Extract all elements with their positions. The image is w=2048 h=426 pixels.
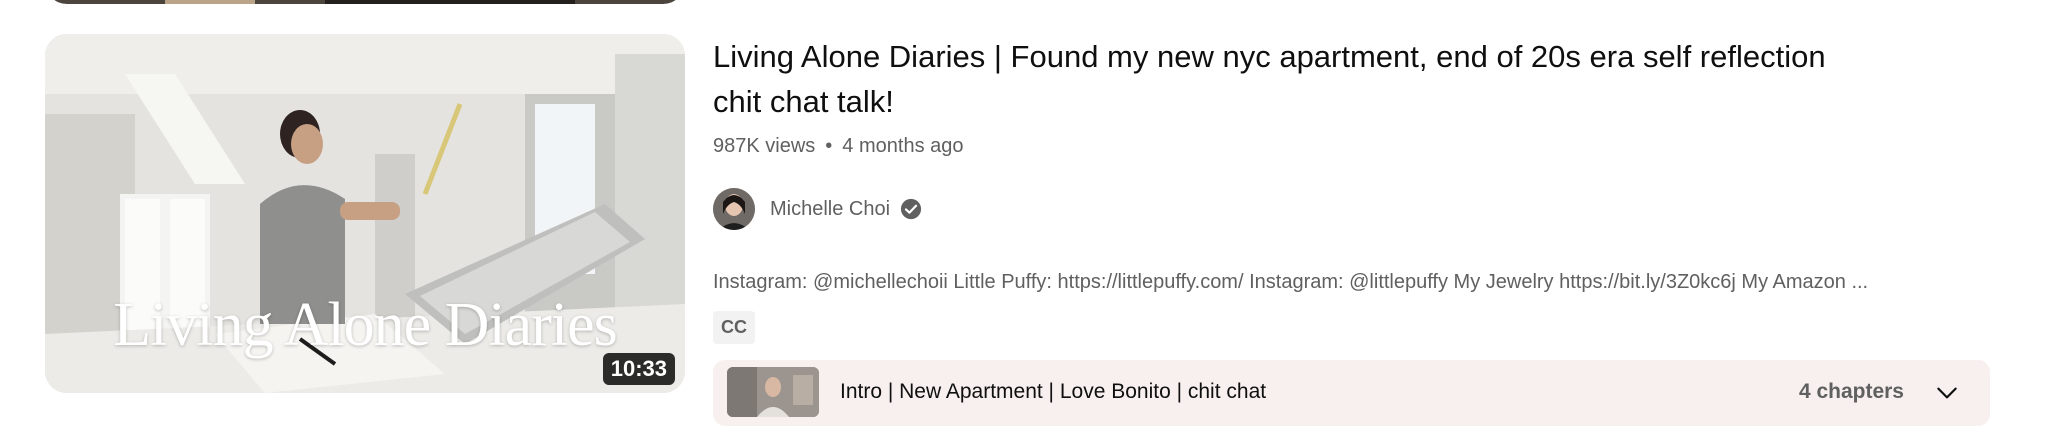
- meta-separator: •: [825, 134, 833, 157]
- video-title-line-1: Living Alone Diaries | Found my new nyc …: [713, 39, 1826, 74]
- channel-row: Michelle Choi: [713, 188, 2003, 230]
- chapter-thumbnail: [727, 367, 819, 417]
- chapters-count: 4 chapters: [1798, 380, 1904, 403]
- cc-badge: CC: [713, 311, 755, 344]
- view-count: 987K views: [713, 134, 816, 157]
- avatar-image: [713, 188, 755, 230]
- duration-badge: 10:33: [602, 353, 675, 385]
- chapter-thumbnail-image: [727, 367, 819, 417]
- thumbnail-fragment: [325, 0, 575, 4]
- chapters-label: Intro | New Apartment | Love Bonito | ch…: [840, 380, 1267, 403]
- verified-check-icon: [900, 198, 922, 220]
- channel-name[interactable]: Michelle Choi: [770, 198, 890, 221]
- video-thumbnail[interactable]: Living Alone Diaries 10:33: [45, 34, 685, 393]
- video-metadata: 987K views • 4 months ago: [713, 133, 2003, 159]
- video-details: Living Alone Diaries | Found my new nyc …: [713, 34, 2003, 344]
- video-title[interactable]: Living Alone Diaries | Found my new nyc …: [713, 34, 1873, 124]
- thumbnail-fragment: [165, 0, 255, 4]
- previous-video-thumbnail[interactable]: [45, 0, 685, 4]
- channel-avatar[interactable]: [713, 188, 755, 230]
- thumbnail-title-text: Living Alone Diaries: [113, 291, 617, 359]
- chapters-panel[interactable]: Intro | New Apartment | Love Bonito | ch…: [713, 360, 1990, 426]
- video-title-line-2: chit chat talk!: [713, 84, 894, 119]
- upload-age: 4 months ago: [842, 134, 964, 157]
- chevron-down-icon[interactable]: [1934, 380, 1960, 406]
- video-description-snippet: Instagram: @michellechoii Little Puffy: …: [713, 271, 1869, 293]
